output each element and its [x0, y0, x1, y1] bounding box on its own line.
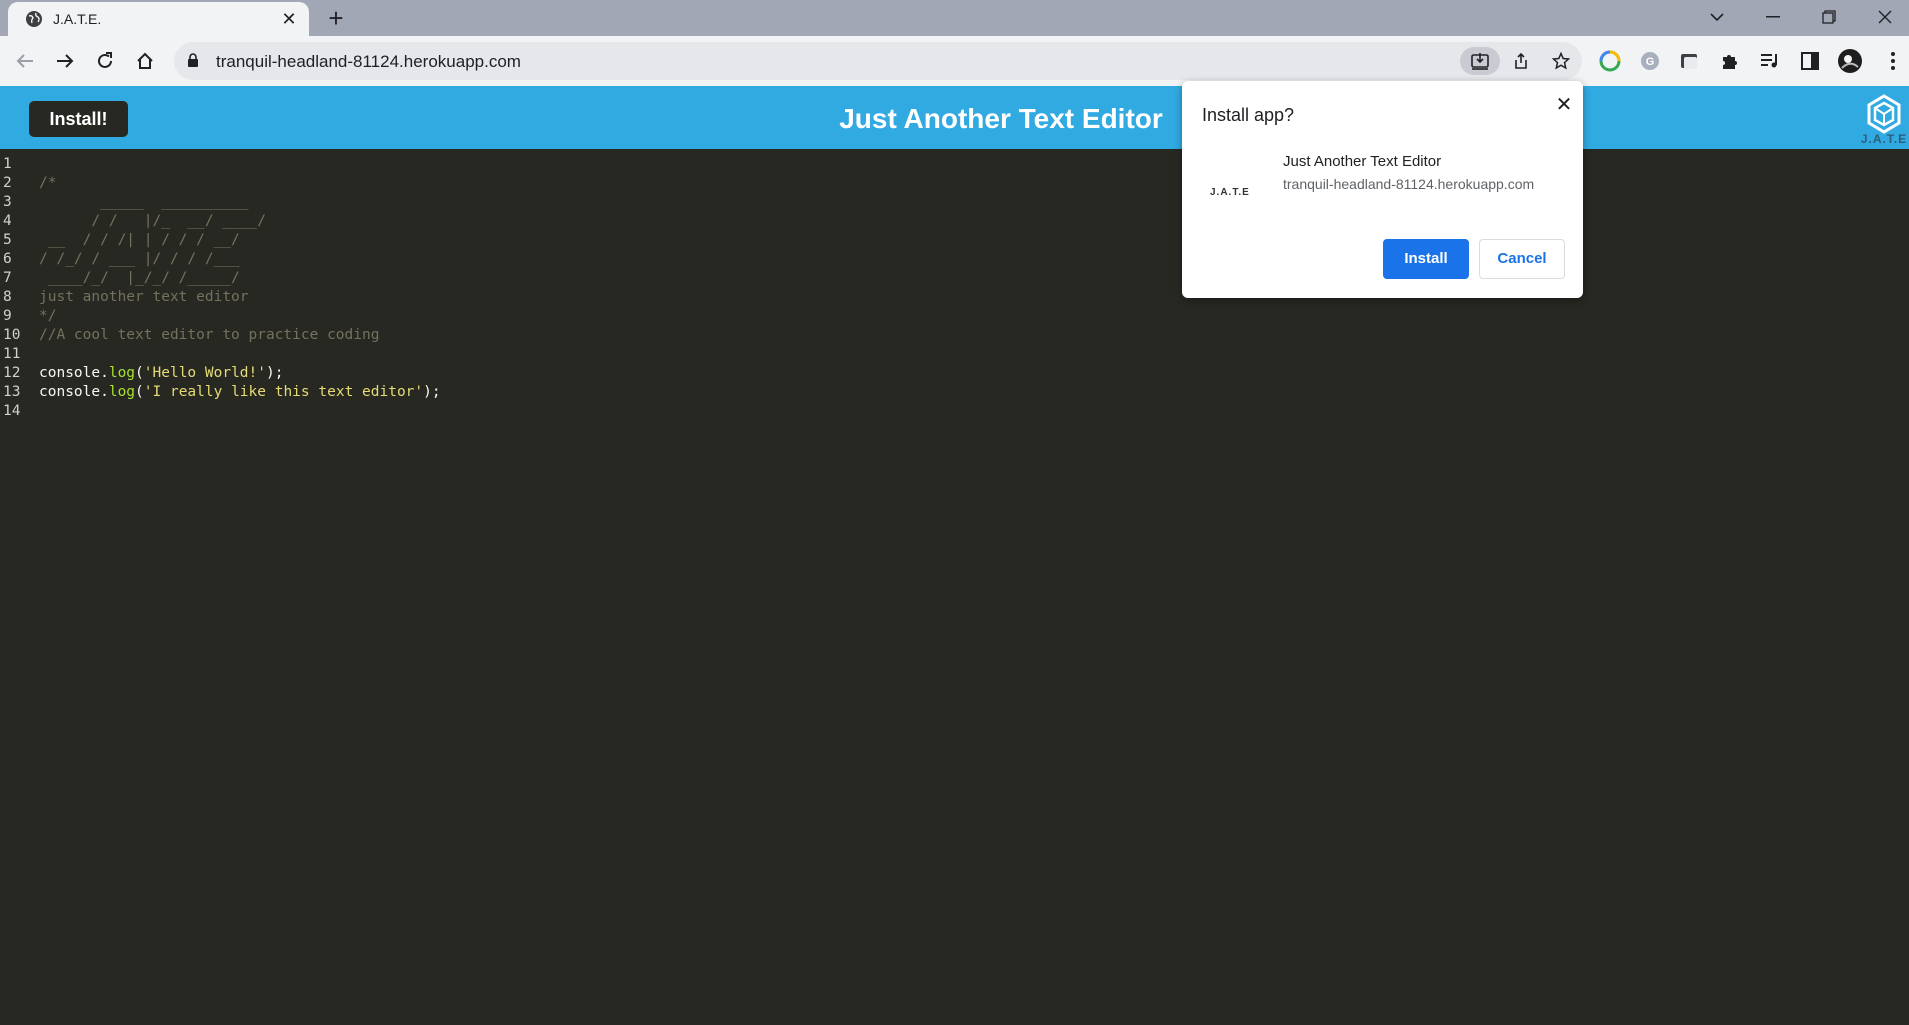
line-number: 12 [3, 365, 21, 381]
code-token: ( [135, 384, 144, 400]
line-number: 5 [3, 232, 12, 248]
line-number: 2 [3, 175, 12, 191]
code-token: console. [39, 384, 109, 400]
forward-icon[interactable] [50, 46, 80, 76]
line-number: 4 [3, 213, 12, 229]
code-token: console. [39, 365, 109, 381]
code-token: log [108, 384, 136, 400]
code-line[interactable]: _____ __________ [39, 193, 441, 212]
browser-tab[interactable]: J.A.T.E. ✕ [8, 2, 309, 36]
dialog-app-name: Just Another Text Editor [1283, 153, 1442, 170]
dialog-title: Install app? [1202, 105, 1295, 125]
home-icon[interactable] [130, 46, 160, 76]
code-token: _____ __________ [39, 194, 249, 210]
app-logo: J.A.T.E [1856, 92, 1908, 146]
tab-search-icon[interactable] [1694, 0, 1740, 34]
extension-grammar-icon[interactable]: G [1637, 48, 1663, 74]
install-app-dialog: Install app? ✕ J.A.T.E Just Another Text… [1182, 81, 1583, 298]
svg-text:G: G [1646, 56, 1655, 68]
line-number: 6 [3, 251, 12, 267]
reload-icon[interactable] [90, 46, 120, 76]
line-number: 7 [3, 270, 12, 286]
app-header: Install! Just Another Text Editor J.A.T.… [0, 86, 1909, 149]
bookmark-star-icon[interactable] [1546, 47, 1576, 75]
code-editor[interactable]: 1 2 3 4 5 6 7 8 9 10 11 12 13 14 /* _____ __________ … [0, 149, 1909, 1025]
code-line[interactable]: console.log('I really like this text edi… [39, 383, 441, 402]
profile-avatar[interactable] [1837, 48, 1863, 74]
code-line[interactable]: console.log('Hello World!'); [39, 364, 441, 383]
code-line[interactable]: //A cool text editor to practice coding [39, 326, 441, 345]
new-tab-button[interactable]: + [322, 4, 350, 32]
line-number: 11 [3, 346, 21, 362]
code-token: ); [423, 384, 441, 400]
line-number: 10 [3, 327, 21, 343]
code-line[interactable]: just another text editor [39, 288, 441, 307]
code-token: log [108, 365, 136, 381]
code-line[interactable]: / /_/ / ___ |/ / / /___ [39, 250, 441, 269]
line-number: 1 [3, 156, 12, 172]
code-line[interactable] [39, 345, 441, 364]
code-line[interactable]: ____/_/ |_/_/ /_____/ [39, 269, 441, 288]
hexagon-logo-icon [1867, 94, 1901, 134]
logo-text: J.A.T.E [1860, 132, 1908, 146]
lock-icon[interactable] [187, 53, 199, 73]
minimize-button[interactable] [1750, 0, 1796, 34]
code-token: ); [266, 365, 284, 381]
address-bar[interactable]: tranquil-headland-81124.herokuapp.com [174, 42, 1582, 80]
install-app-icon[interactable] [1460, 47, 1500, 75]
code-token: /* [39, 175, 57, 191]
code-line[interactable]: / / |/_ __/ ____/ [39, 212, 441, 231]
close-icon[interactable]: ✕ [1554, 95, 1574, 115]
extensions-puzzle-icon[interactable] [1717, 48, 1743, 74]
code-token: / /_/ / ___ |/ / / /___ [39, 251, 240, 267]
code-line[interactable]: __ / / /| | / / / __/ [39, 231, 441, 250]
media-control-icon[interactable] [1757, 48, 1783, 74]
code-area[interactable]: /* _____ __________ / / |/_ __/ ____/ __… [39, 155, 441, 421]
line-number: 9 [3, 308, 12, 324]
globe-icon [25, 10, 43, 28]
browser-tabstrip: J.A.T.E. ✕ + [0, 0, 1909, 36]
share-icon[interactable] [1506, 47, 1536, 75]
close-window-button[interactable] [1862, 0, 1908, 34]
dialog-cancel-button[interactable]: Cancel [1479, 239, 1565, 279]
code-token: 'Hello World!' [143, 365, 266, 381]
code-token: ( [135, 365, 144, 381]
app-icon: J.A.T.E [1210, 187, 1250, 198]
restore-button[interactable] [1806, 0, 1852, 34]
line-number-gutter: 1 2 3 4 5 6 7 8 9 10 11 12 13 14 [0, 155, 38, 421]
tab-title: J.A.T.E. [53, 11, 102, 27]
code-token: //A cool text editor to practice coding [39, 327, 380, 343]
dialog-app-origin: tranquil-headland-81124.herokuapp.com [1283, 176, 1535, 192]
code-token: just another text editor [39, 289, 249, 305]
close-tab-icon[interactable]: ✕ [279, 9, 299, 29]
code-token: 'I really like this text editor' [143, 384, 424, 400]
code-token: */ [39, 308, 57, 324]
code-token: __ / / /| | / / / __/ [39, 232, 240, 248]
line-number: 14 [3, 403, 21, 419]
back-icon[interactable] [10, 46, 40, 76]
line-number: 8 [3, 289, 12, 305]
code-line[interactable] [39, 402, 441, 421]
code-line[interactable]: /* [39, 174, 441, 193]
line-number: 3 [3, 194, 12, 210]
line-number: 13 [3, 384, 21, 400]
code-token: ____/_/ |_/_/ /_____/ [39, 270, 240, 286]
url-text[interactable]: tranquil-headland-81124.herokuapp.com [216, 52, 521, 72]
side-panel-icon[interactable] [1797, 48, 1823, 74]
app-title: Just Another Text Editor [839, 103, 1163, 134]
extension-color-icon[interactable] [1597, 48, 1623, 74]
menu-kebab-icon[interactable] [1880, 48, 1906, 74]
extension-image-icon[interactable] [1677, 48, 1703, 74]
browser-toolbar: tranquil-headland-81124.herokuapp.com G [0, 36, 1909, 86]
code-line[interactable] [39, 155, 441, 174]
dialog-install-button[interactable]: Install [1383, 239, 1469, 279]
code-token: / / |/_ __/ ____/ [39, 213, 266, 229]
code-line[interactable]: */ [39, 307, 441, 326]
